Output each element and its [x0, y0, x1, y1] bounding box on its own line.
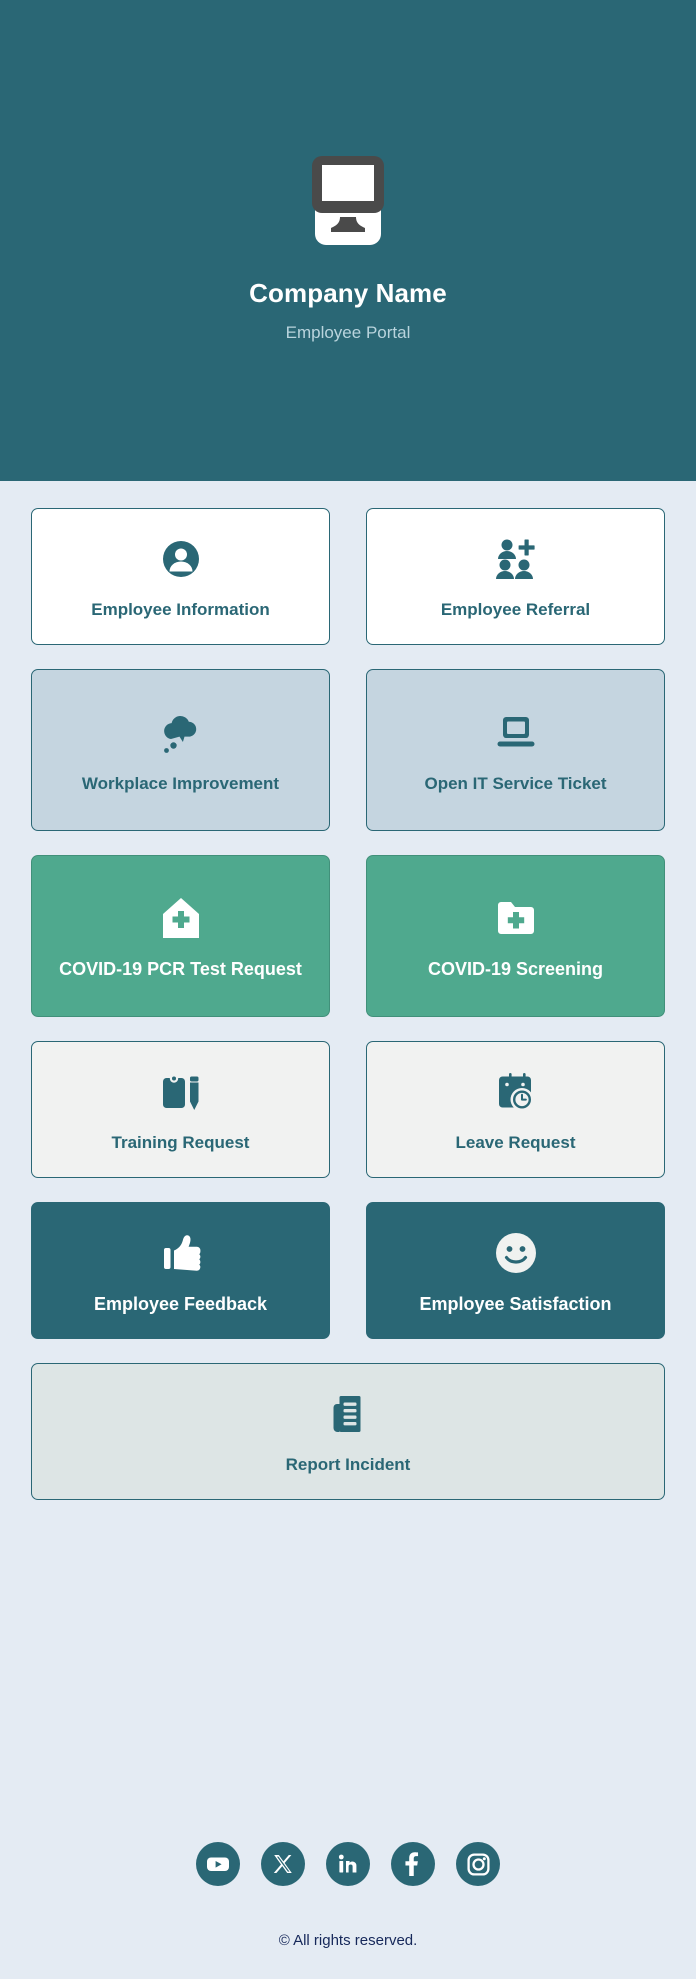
card-row-5: Employee Feedback Employee Satisfaction — [31, 1202, 665, 1339]
card-row-3: COVID-19 PCR Test Request COVID-19 Scree… — [31, 855, 665, 1017]
thought-bubble-icon — [157, 707, 205, 759]
card-label: Employee Feedback — [93, 1293, 268, 1314]
page-header: Company Name Employee Portal — [0, 0, 696, 481]
card-row-1: Employee Information Employee Referral — [31, 508, 665, 645]
linkedin-icon — [338, 1854, 357, 1873]
card-label: Report Incident — [285, 1455, 411, 1475]
copyright-text: © All rights reserved. — [278, 1932, 418, 1949]
card-report-incident[interactable]: Report Incident — [31, 1363, 665, 1500]
card-label: Leave Request — [455, 1133, 576, 1153]
page-footer: © All rights reserved. — [0, 1842, 696, 1979]
card-workplace-improvement[interactable]: Workplace Improvement — [31, 669, 330, 831]
youtube-icon — [207, 1857, 229, 1871]
card-label: Employee Referral — [440, 600, 591, 620]
card-label: Training Request — [111, 1133, 250, 1153]
card-row-4: Training Request Leave Request — [31, 1041, 665, 1178]
card-label: Employee Satisfaction — [419, 1293, 612, 1314]
card-label: Employee Information — [91, 600, 270, 620]
instagram-icon — [466, 1852, 490, 1876]
social-link-x-twitter[interactable] — [261, 1842, 305, 1886]
social-link-facebook[interactable] — [391, 1842, 435, 1886]
page-subtitle: Employee Portal — [285, 323, 411, 342]
card-employee-referral[interactable]: Employee Referral — [366, 508, 665, 645]
card-leave-request[interactable]: Leave Request — [366, 1041, 665, 1178]
smiley-face-icon — [493, 1227, 539, 1279]
card-employee-satisfaction[interactable]: Employee Satisfaction — [366, 1202, 665, 1339]
social-link-youtube[interactable] — [196, 1842, 240, 1886]
calendar-clock-icon — [493, 1066, 539, 1118]
card-label: COVID-19 Screening — [427, 959, 604, 980]
card-row-2: Workplace Improvement Open IT Service Ti… — [31, 669, 665, 831]
company-logo — [288, 140, 408, 260]
social-links — [196, 1842, 500, 1886]
desktop-monitor-icon — [312, 156, 384, 245]
card-employee-feedback[interactable]: Employee Feedback — [31, 1202, 330, 1339]
social-link-linkedin[interactable] — [326, 1842, 370, 1886]
grid-spacer — [31, 1524, 665, 1842]
clipboard-pencil-icon — [158, 1066, 204, 1118]
document-report-icon — [326, 1388, 370, 1440]
card-training-request[interactable]: Training Request — [31, 1041, 330, 1178]
user-circle-icon — [159, 533, 203, 585]
card-covid-19-pcr-test-request[interactable]: COVID-19 PCR Test Request — [31, 855, 330, 1017]
card-label: Open IT Service Ticket — [424, 773, 607, 793]
card-employee-information[interactable]: Employee Information — [31, 508, 330, 645]
page-title: Company Name — [249, 278, 447, 308]
employee-portal-page: Company Name Employee Portal Employee In… — [0, 0, 696, 1979]
card-label: COVID-19 PCR Test Request — [59, 959, 302, 980]
user-add-group-icon — [493, 533, 539, 585]
card-row-6: Report Incident — [31, 1363, 665, 1500]
laptop-icon — [492, 707, 540, 759]
thumbs-up-icon — [158, 1227, 204, 1279]
social-link-instagram[interactable] — [456, 1842, 500, 1886]
folder-cross-icon — [493, 892, 539, 944]
card-label: Workplace Improvement — [81, 773, 280, 793]
card-grid: Employee Information Employee Referral W… — [0, 481, 696, 1842]
card-covid-19-screening[interactable]: COVID-19 Screening — [366, 855, 665, 1017]
x-twitter-icon — [273, 1855, 292, 1873]
hospital-house-cross-icon — [158, 892, 204, 944]
facebook-icon — [405, 1852, 419, 1876]
card-open-it-service-ticket[interactable]: Open IT Service Ticket — [366, 669, 665, 831]
